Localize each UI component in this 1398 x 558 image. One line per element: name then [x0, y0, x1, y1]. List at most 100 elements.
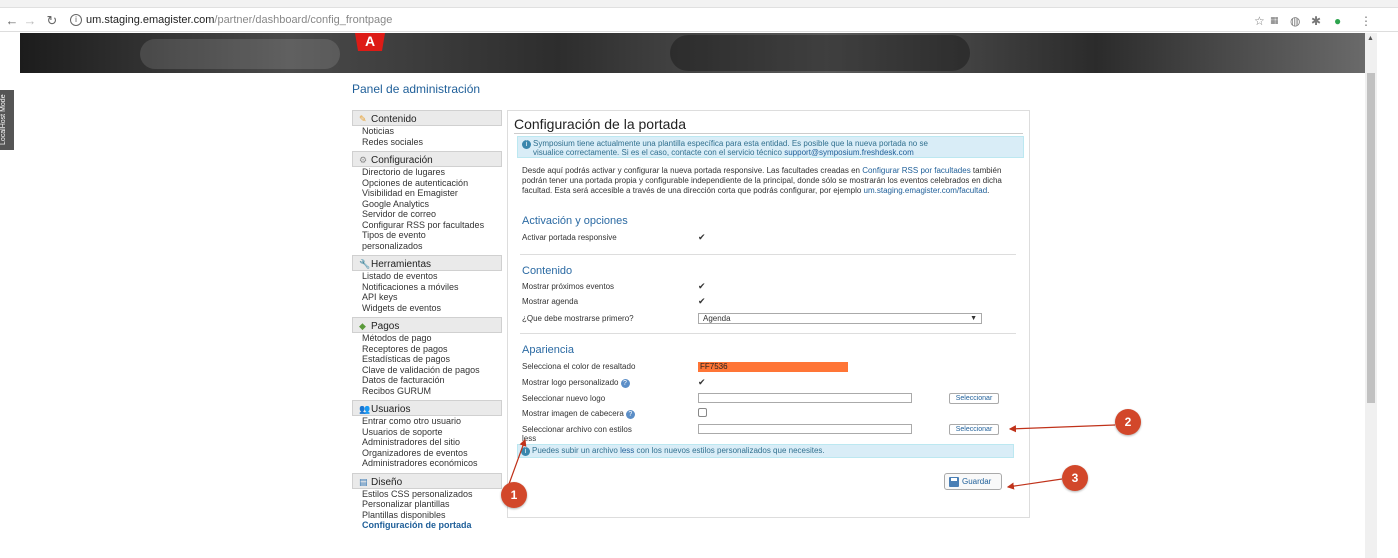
- sidebar-header-diseno: ▤ Diseño: [352, 472, 502, 489]
- forward-icon[interactable]: →: [22, 13, 38, 29]
- sidebar-header-contenido: ✎ Contenido: [352, 110, 502, 126]
- sidebar-header-configuracion: ⚙ Configuración: [352, 151, 502, 167]
- sidebar-item-usuarios-soporte[interactable]: Usuarios de soporte: [352, 427, 502, 438]
- proximos-label: Mostrar próximos eventos: [522, 282, 615, 291]
- pencil-icon: ✎: [359, 114, 367, 124]
- proximos-checkbox[interactable]: ✔: [698, 281, 706, 292]
- agenda-label: Mostrar agenda: [522, 297, 579, 306]
- primero-label: ¿Que debe mostrarse primero?: [522, 314, 634, 323]
- styles-file-input[interactable]: [698, 424, 912, 434]
- cabecera-label: Mostrar imagen de cabecera?: [522, 409, 635, 419]
- floppy-disk-icon: [949, 477, 959, 487]
- sidebar-item-opciones-autenticacion[interactable]: Opciones de autenticación: [352, 178, 502, 189]
- annotation-marker-2: 2: [1115, 409, 1141, 435]
- sidebar-item-redes-sociales[interactable]: Redes sociales: [352, 137, 502, 148]
- page-scrollbar[interactable]: ▲: [1365, 33, 1377, 558]
- url-text[interactable]: um.staging.emagister.com/partner/dashboa…: [86, 14, 392, 26]
- activar-checkbox[interactable]: ✔: [698, 232, 706, 243]
- annotation-marker-3: 3: [1062, 465, 1088, 491]
- main-panel: Configuración de la portada i Symposium …: [507, 110, 1030, 518]
- sidebar-item-personalizar-plantillas[interactable]: Personalizar plantillas: [352, 499, 502, 510]
- sidebar-item-directorio-lugares[interactable]: Directorio de lugares: [352, 167, 502, 178]
- address-bar[interactable]: ← → ↻ i um.staging.emagister.com/partner…: [0, 10, 1398, 32]
- sidebar-item-listado-eventos[interactable]: Listado de eventos: [352, 271, 502, 282]
- facultad-url-link[interactable]: um.staging.emagister.com/facultad: [864, 186, 988, 195]
- extension-puzzle-icon[interactable]: ✱: [1311, 14, 1321, 28]
- sidebar-item-estadisticas-pagos[interactable]: Estadísticas de pagos: [352, 354, 502, 365]
- wrench-icon: 🔧: [359, 259, 371, 269]
- support-email-link[interactable]: support@symposium.freshdesk.com: [784, 148, 914, 157]
- sidebar-item-notificaciones[interactable]: Notificaciones a móviles: [352, 282, 502, 293]
- template-warning-alert: i Symposium tiene actualmente una planti…: [517, 136, 1024, 158]
- browser-tab-strip: [0, 0, 1398, 8]
- chevron-down-icon: ▼: [970, 315, 977, 322]
- help-icon[interactable]: ?: [625, 410, 635, 419]
- sidebar-item-google-analytics[interactable]: Google Analytics: [352, 199, 502, 210]
- new-logo-label: Seleccionar nuevo logo: [522, 394, 606, 403]
- sidebar-item-metodos-pago[interactable]: Métodos de pago: [352, 333, 502, 344]
- back-icon[interactable]: ←: [4, 13, 20, 29]
- reload-icon[interactable]: ↻: [44, 13, 60, 29]
- sidebar-item-organizadores[interactable]: Organizadores de eventos: [352, 448, 502, 459]
- sidebar-item-clave-validacion[interactable]: Clave de validación de pagos: [352, 365, 502, 376]
- extension-green-icon[interactable]: ●: [1334, 14, 1341, 28]
- sidebar-header-pagos: ◆ Pagos: [352, 317, 502, 333]
- cabecera-checkbox[interactable]: [698, 408, 707, 417]
- sidebar-item-configuracion-portada[interactable]: Configuración de portada: [352, 520, 502, 531]
- sidebar-item-admin-economicos[interactable]: Administradores económicos: [352, 458, 502, 469]
- intro-text: Desde aquí podrás activar y configurar l…: [522, 166, 1002, 195]
- sidebar-item-estilos-css[interactable]: Estilos CSS personalizados: [352, 489, 502, 500]
- activar-label: Activar portada responsive: [522, 233, 617, 242]
- sidebar-item-tipos-evento[interactable]: Tipos de evento personalizados: [352, 230, 502, 251]
- select-styles-button[interactable]: Seleccionar: [949, 424, 999, 435]
- sidebar-item-receptores-pagos[interactable]: Receptores de pagos: [352, 344, 502, 355]
- localhost-mode-tab[interactable]: LocalHost Mode: [0, 90, 14, 150]
- logo-custom-checkbox[interactable]: ✔: [698, 377, 706, 388]
- save-button[interactable]: Guardar: [944, 473, 1002, 490]
- sidebar-item-api-keys[interactable]: API keys: [352, 292, 502, 303]
- sidebar-item-administradores-sitio[interactable]: Administradores del sitio: [352, 437, 502, 448]
- help-icon[interactable]: ?: [620, 379, 630, 388]
- sidebar-item-recibos-gurum[interactable]: Recibos GURUM: [352, 386, 502, 397]
- bookmark-star-icon[interactable]: ☆: [1254, 14, 1265, 28]
- sidebar-item-entrar-otro-usuario[interactable]: Entrar como otro usuario: [352, 416, 502, 427]
- less-link[interactable]: less: [620, 446, 634, 455]
- extension-globe-icon[interactable]: ◍: [1290, 14, 1300, 28]
- sidebar-item-widgets[interactable]: Widgets de eventos: [352, 303, 502, 314]
- extension-icon[interactable]: ▦: [1270, 15, 1279, 26]
- app-logo: A: [355, 33, 385, 51]
- new-logo-file-input[interactable]: [698, 393, 912, 403]
- agenda-checkbox[interactable]: ✔: [698, 296, 706, 307]
- sidebar-header-usuarios: 👥Usuarios: [352, 400, 502, 416]
- sidebar-item-rss-facultades[interactable]: Configurar RSS por facultades: [352, 220, 502, 231]
- payment-icon: ◆: [359, 321, 366, 331]
- panel-title[interactable]: Panel de administración: [352, 82, 480, 96]
- select-logo-button[interactable]: Seleccionar: [949, 393, 999, 404]
- primero-select[interactable]: Agenda ▼: [698, 313, 982, 324]
- rss-facultades-link[interactable]: Configurar RSS por facultades: [862, 166, 971, 175]
- menu-icon[interactable]: ⋮: [1360, 14, 1372, 28]
- sidebar-item-datos-facturacion[interactable]: Datos de facturación: [352, 375, 502, 386]
- info-icon: i: [521, 447, 530, 456]
- logo-custom-label: Mostrar logo personalizado?: [522, 378, 630, 388]
- section-activacion: Activación y opciones: [522, 215, 628, 227]
- sidebar: ✎ Contenido Noticias Redes sociales ⚙ Conf…: [352, 110, 502, 535]
- layout-icon: ▤: [359, 476, 368, 487]
- info-icon: i: [522, 140, 531, 149]
- sidebar-item-servidor-correo[interactable]: Servidor de correo: [352, 209, 502, 220]
- section-apariencia: Apariencia: [522, 344, 574, 356]
- users-icon: 👥: [359, 404, 371, 414]
- annotation-marker-1: 1: [501, 482, 527, 508]
- sidebar-header-herramientas: 🔧Herramientas: [352, 255, 502, 271]
- sidebar-item-visibilidad-emagister[interactable]: Visibilidad en Emagister: [352, 188, 502, 199]
- header-banner: A: [20, 33, 1365, 73]
- highlight-color-input[interactable]: FF7536: [698, 362, 848, 372]
- section-contenido: Contenido: [522, 265, 573, 277]
- sidebar-item-plantillas-disponibles[interactable]: Plantillas disponibles: [352, 510, 502, 521]
- sidebar-item-noticias[interactable]: Noticias: [352, 126, 502, 137]
- site-info-icon[interactable]: i: [70, 14, 82, 26]
- styles-file-label: Seleccionar archivo con estilos less: [522, 425, 632, 443]
- page-title: Configuración de la portada: [514, 116, 687, 132]
- less-info-bar: i Puedes subir un archivo less con los n…: [517, 444, 1014, 458]
- color-label: Selecciona el color de resaltado: [522, 362, 636, 371]
